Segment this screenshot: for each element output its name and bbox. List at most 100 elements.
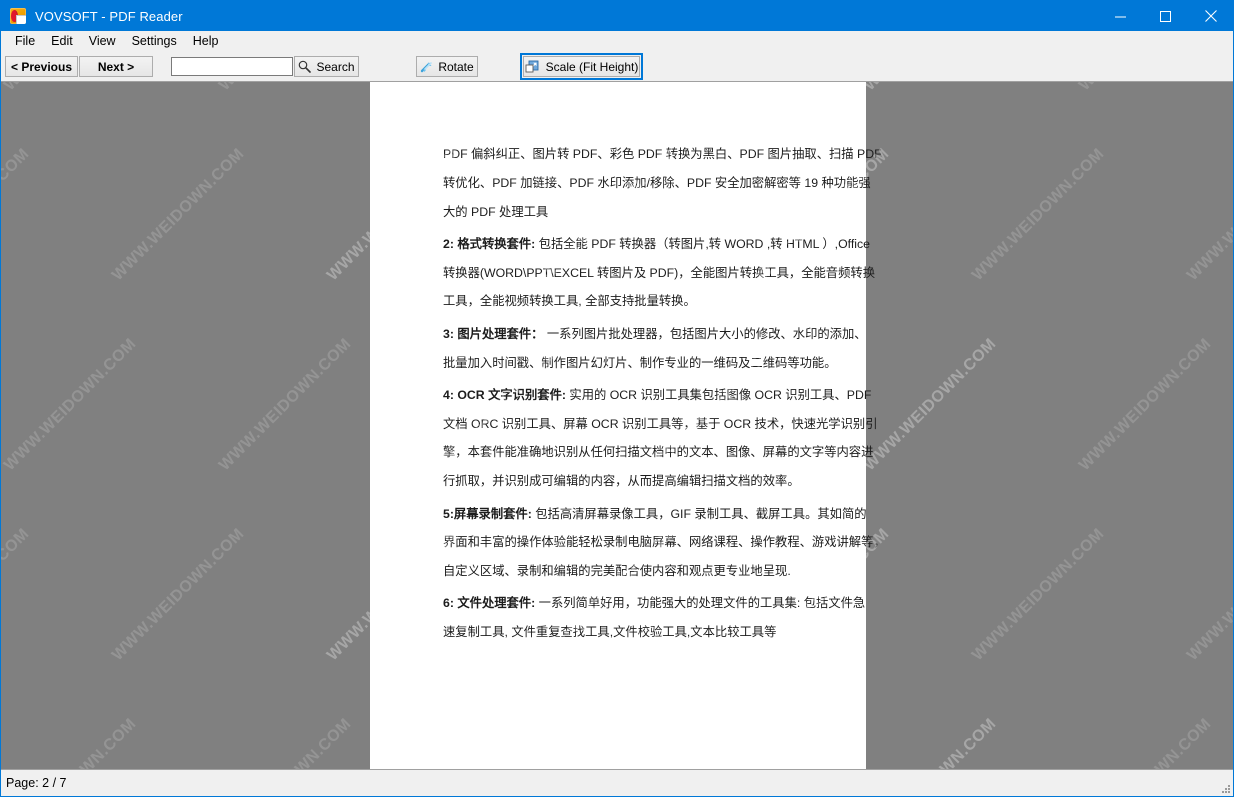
toolbar: < Previous Next > Search Rotate Scale (F… — [1, 52, 1233, 82]
document-line: 自定义区域、录制和编辑的完美配合使内容和观点更专业地呈现. — [443, 565, 821, 577]
watermark-text: WWW.WEIDOWN.COM — [216, 715, 355, 769]
watermark-text: WWW.WEIDOWN.COM — [861, 82, 1000, 95]
document-text-bold: 2: 格式转换套件: — [443, 236, 536, 251]
watermark-text: WWW.WEIDOWN.COM — [968, 145, 1108, 285]
document-text: 批量加入时间戳、制作图片幻灯片、制作专业的一维码及二维码等功能。 — [443, 355, 837, 370]
watermark-text: WWW.WEIDOWN.COM — [108, 145, 248, 285]
watermark-text: WWW.WEIDOWN.COM — [1183, 525, 1234, 665]
scale-button-focus-ring: Scale (Fit Height) — [520, 53, 643, 80]
document-text: 一系列简单好用，功能强大的处理文件的工具集: 包括文件急 — [535, 596, 866, 611]
document-paragraph: 6: 文件处理套件: 一系列简单好用，功能强大的处理文件的工具集: 包括文件急速… — [443, 596, 865, 638]
document-line: 速复制工具, 文件重复查找工具,文件校验工具,文本比较工具等 — [443, 626, 821, 638]
document-text: 文档 ORC 识别工具、屏幕 OCR 识别工具等，基于 OCR 技术，快速光学识… — [443, 416, 878, 431]
title-bar: VOVSOFT - PDF Reader — [1, 1, 1233, 31]
watermark-text: WWW.WEIDOWN.COM — [1183, 145, 1234, 285]
pdf-page-text: PDF 偏斜纠正、图片转 PDF、彩色 PDF 转换为黑白、PDF 图片抽取、扫… — [443, 148, 886, 655]
document-text-bold: 5:屏幕录制套件: — [443, 506, 532, 521]
rotate-button-label: Rotate — [438, 59, 474, 74]
document-text: 工具，全能视频转换工具, 全部支持批量转换。 — [443, 294, 696, 309]
menu-item-file[interactable]: File — [7, 33, 43, 51]
document-text: 包括全能 PDF 转换器（转图片,转 WORD ,转 HTML ）,Office — [535, 236, 870, 251]
menu-item-help[interactable]: Help — [185, 33, 227, 51]
document-text: 速复制工具, 文件重复查找工具,文件校验工具,文本比较工具等 — [443, 625, 777, 640]
watermark-text: WWW.WEIDOWN.COM — [216, 335, 355, 475]
document-paragraph: 4: OCR 文字识别套件: 实用的 OCR 识别工具集包括图像 OCR 识别工… — [443, 387, 878, 488]
window-controls — [1098, 1, 1233, 31]
previous-page-button[interactable]: < Previous — [5, 56, 78, 77]
document-text: 转换器(WORD\PPT\EXCEL 转图片及 PDF)，全能图片转换工具，全能… — [443, 265, 875, 280]
document-paragraph: 2: 格式转换套件: 包括全能 PDF 转换器（转图片,转 WORD ,转 HT… — [443, 236, 875, 308]
watermark-text: WWW.WEIDOWN.COM — [1076, 715, 1215, 769]
document-line: 文档 ORC 识别工具、屏幕 OCR 识别工具等，基于 OCR 技术，快速光学识… — [443, 418, 878, 430]
document-line: 界面和丰富的操作体验能轻松录制电脑屏幕、网络课程、操作教程、游戏讲解等， — [443, 536, 886, 548]
watermark-text: WWW.WEIDOWN.COM — [1076, 82, 1215, 95]
menu-item-settings[interactable]: Settings — [124, 33, 185, 51]
document-paragraph: PDF 偏斜纠正、图片转 PDF、彩色 PDF 转换为黑白、PDF 图片抽取、扫… — [443, 148, 882, 219]
document-paragraph: 5:屏幕录制套件: 包括高清屏幕录像工具，GIF 录制工具、截屏工具。其如简的界… — [443, 506, 886, 578]
document-text: 行抓取，并识别成可编辑的内容，从而提高编辑扫描文档的效率。 — [443, 474, 800, 489]
status-bar: Page: 2 / 7 — [1, 769, 1233, 796]
document-line: 3: 图片处理套件： 一系列图片批处理器，包括图片大小的修改、水印的添加、 — [443, 326, 867, 341]
document-line: 工具，全能视频转换工具, 全部支持批量转换。 — [443, 295, 821, 307]
watermark-text: WWW.WEIDOWN.COM — [1076, 335, 1215, 475]
document-paragraph: 3: 图片处理套件： 一系列图片批处理器，包括图片大小的修改、水印的添加、 批量加… — [443, 326, 867, 369]
rotate-arrows-icon — [421, 61, 433, 72]
document-line: 5:屏幕录制套件: 包括高清屏幕录像工具，GIF 录制工具、截屏工具。其如简的 — [443, 506, 867, 521]
pdf-document-icon — [10, 8, 26, 24]
document-line: 行抓取，并识别成可编辑的内容，从而提高编辑扫描文档的效率。 — [443, 475, 821, 487]
scale-button-label: Scale (Fit Height) — [545, 59, 639, 74]
document-text-bold: 4: OCR 文字识别套件: — [443, 387, 566, 402]
document-line: PDF 偏斜纠正、图片转 PDF、彩色 PDF 转换为黑白、PDF 图片抽取、扫… — [443, 148, 882, 160]
menu-item-edit[interactable]: Edit — [43, 33, 81, 51]
search-button-label: Search — [316, 59, 355, 74]
window-title: VOVSOFT - PDF Reader — [35, 8, 183, 24]
document-text: 转优化、PDF 加链接、PDF 水印添加/移除、PDF 安全加密解密等 19 种… — [443, 175, 871, 190]
document-text: PDF 偏斜纠正、图片转 PDF、彩色 PDF 转换为黑白、PDF 图片抽取、扫… — [443, 147, 882, 161]
magnifier-icon — [299, 60, 312, 73]
watermark-text: WWW.WEIDOWN.COM — [216, 82, 355, 95]
document-line: 批量加入时间戳、制作图片幻灯片、制作专业的一维码及二维码等功能。 — [443, 356, 837, 369]
rotate-button[interactable]: Rotate — [416, 56, 478, 77]
scale-fit-height-button[interactable]: Scale (Fit Height) — [523, 56, 640, 77]
document-line: 4: OCR 文字识别套件: 实用的 OCR 识别工具集包括图像 OCR 识别工… — [443, 387, 871, 402]
document-line: 转换器(WORD\PPT\EXCEL 转图片及 PDF)，全能图片转换工具，全能… — [443, 267, 875, 279]
resize-grip-icon[interactable] — [1219, 782, 1231, 794]
maximize-icon[interactable] — [1143, 1, 1188, 31]
minimize-icon[interactable] — [1098, 1, 1143, 31]
document-text: 界面和丰富的操作体验能轻松录制电脑屏幕、网络课程、操作教程、游戏讲解等， — [443, 535, 886, 550]
title-bar-left: VOVSOFT - PDF Reader — [1, 8, 1098, 24]
watermark-text: WWW.WEIDOWN.COM — [968, 525, 1108, 665]
document-text: 大的 PDF 处理工具 — [443, 204, 549, 219]
menu-bar: File Edit View Settings Help — [1, 31, 1233, 52]
watermark-text: WWW.WEIDOWN.COM — [861, 335, 1000, 475]
watermark-text: WWW.WEIDOWN.COM — [1, 145, 33, 285]
pdf-viewer-area[interactable]: PDF 偏斜纠正、图片转 PDF、彩色 PDF 转换为黑白、PDF 图片抽取、扫… — [1, 82, 1233, 769]
document-text: 实用的 OCR 识别工具集包括图像 OCR 识别工具、PDF — [565, 387, 872, 402]
close-icon[interactable] — [1188, 1, 1233, 31]
menu-item-view[interactable]: View — [81, 33, 124, 51]
pdf-page: PDF 偏斜纠正、图片转 PDF、彩色 PDF 转换为黑白、PDF 图片抽取、扫… — [370, 82, 886, 769]
page-indicator: Page: 2 / 7 — [6, 776, 67, 790]
document-text: 包括高清屏幕录像工具，GIF 录制工具、截屏工具。其如简的 — [531, 506, 867, 521]
document-text-bold: 3: 图片处理套件： — [443, 326, 544, 341]
document-text: 擎，本套件能准确地识别从任何扫描文档中的文本、图像、屏幕的文字等内容进 — [443, 445, 874, 460]
document-text-bold: 6: 文件处理套件: — [443, 596, 536, 611]
document-line: 擎，本套件能准确地识别从任何扫描文档中的文本、图像、屏幕的文字等内容进 — [443, 446, 873, 458]
document-text: 自定义区域、录制和编辑的完美配合使内容和观点更专业地呈现. — [443, 564, 791, 579]
document-line: 6: 文件处理套件: 一系列简单好用，功能强大的处理文件的工具集: 包括文件急 — [443, 596, 865, 611]
document-line: 2: 格式转换套件: 包括全能 PDF 转换器（转图片,转 WORD ,转 HT… — [443, 236, 870, 251]
next-page-button[interactable]: Next > — [79, 56, 153, 77]
document-line: 转优化、PDF 加链接、PDF 水印添加/移除、PDF 安全加密解密等 19 种… — [443, 177, 871, 189]
search-input[interactable] — [171, 57, 293, 76]
watermark-text: WWW.WEIDOWN.COM — [1, 335, 140, 475]
watermark-text: WWW.WEIDOWN.COM — [108, 525, 248, 665]
watermark-text: WWW.WEIDOWN.COM — [861, 715, 1000, 769]
document-text: 一系列图片批处理器，包括图片大小的修改、水印的添加、 — [543, 326, 867, 341]
watermark-text: WWW.WEIDOWN.COM — [1, 525, 33, 665]
document-line: 大的 PDF 处理工具 — [443, 204, 821, 219]
watermark-text: WWW.WEIDOWN.COM — [1, 82, 140, 95]
application-window: VOVSOFT - PDF Reader File Edit View Sett… — [0, 0, 1234, 797]
watermark-text: WWW.WEIDOWN.COM — [1, 715, 140, 769]
search-button[interactable]: Search — [294, 56, 359, 77]
fit-height-icon — [525, 60, 539, 72]
